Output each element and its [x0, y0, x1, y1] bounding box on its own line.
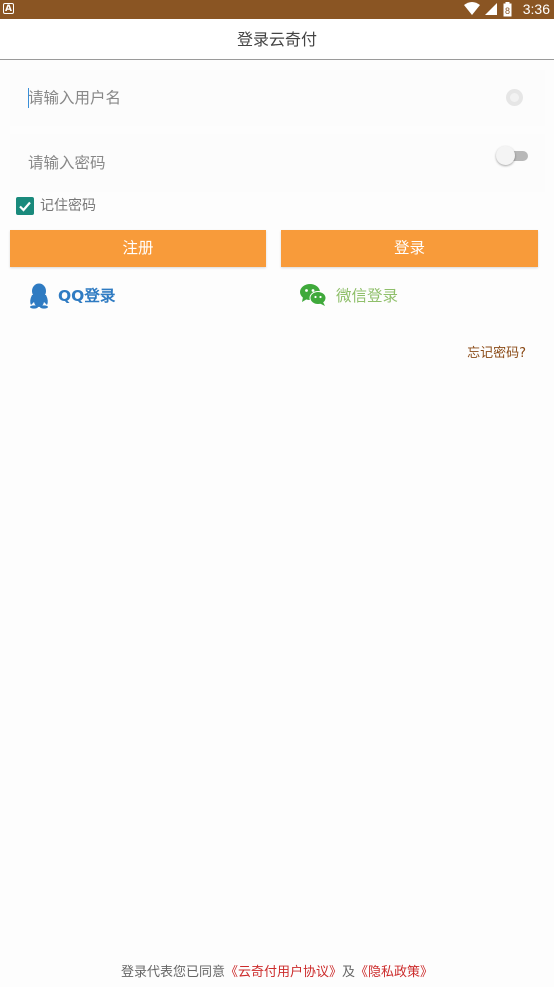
wechat-login-label: 微信登录: [336, 287, 399, 305]
text-cursor: [28, 88, 29, 108]
forgot-password-link[interactable]: 忘记密码?: [467, 344, 526, 364]
agreement-joiner: 及: [342, 965, 356, 980]
toggle-thumb: [496, 146, 515, 165]
remember-checkbox[interactable]: [16, 197, 34, 215]
agreement-notice: 登录代表您已同意《云奇付用户协议》及《隐私政策》: [0, 963, 554, 983]
username-field: [10, 70, 545, 126]
username-input[interactable]: [28, 70, 468, 126]
password-field: [10, 134, 545, 192]
agreement-prefix: 登录代表您已同意: [120, 965, 225, 980]
wechat-icon: [300, 284, 327, 306]
privacy-policy-link[interactable]: 《隐私政策》: [355, 965, 433, 980]
qq-login-label: QQ登录: [58, 287, 116, 305]
app-notification-icon: A: [3, 3, 14, 14]
remember-label: 记住密码: [40, 198, 96, 214]
wifi-icon: [464, 2, 480, 15]
signal-icon: [485, 3, 497, 15]
status-time: 3:36: [522, 1, 550, 17]
qq-penguin-icon: [30, 283, 48, 309]
login-button[interactable]: 登录: [281, 230, 538, 267]
register-button[interactable]: 注册: [10, 230, 266, 267]
page-title: 登录云奇付: [236, 30, 317, 49]
clear-icon[interactable]: [506, 89, 523, 106]
password-visibility-toggle[interactable]: [496, 146, 528, 165]
app-bar: 登录云奇付: [0, 19, 554, 60]
svg-text:8: 8: [505, 6, 510, 16]
user-agreement-link[interactable]: 《云奇付用户协议》: [225, 965, 342, 980]
checkmark-icon: [19, 201, 31, 212]
battery-icon: 8: [503, 2, 512, 17]
status-bar: A 8 3:36: [0, 0, 554, 19]
password-input[interactable]: [28, 134, 468, 192]
